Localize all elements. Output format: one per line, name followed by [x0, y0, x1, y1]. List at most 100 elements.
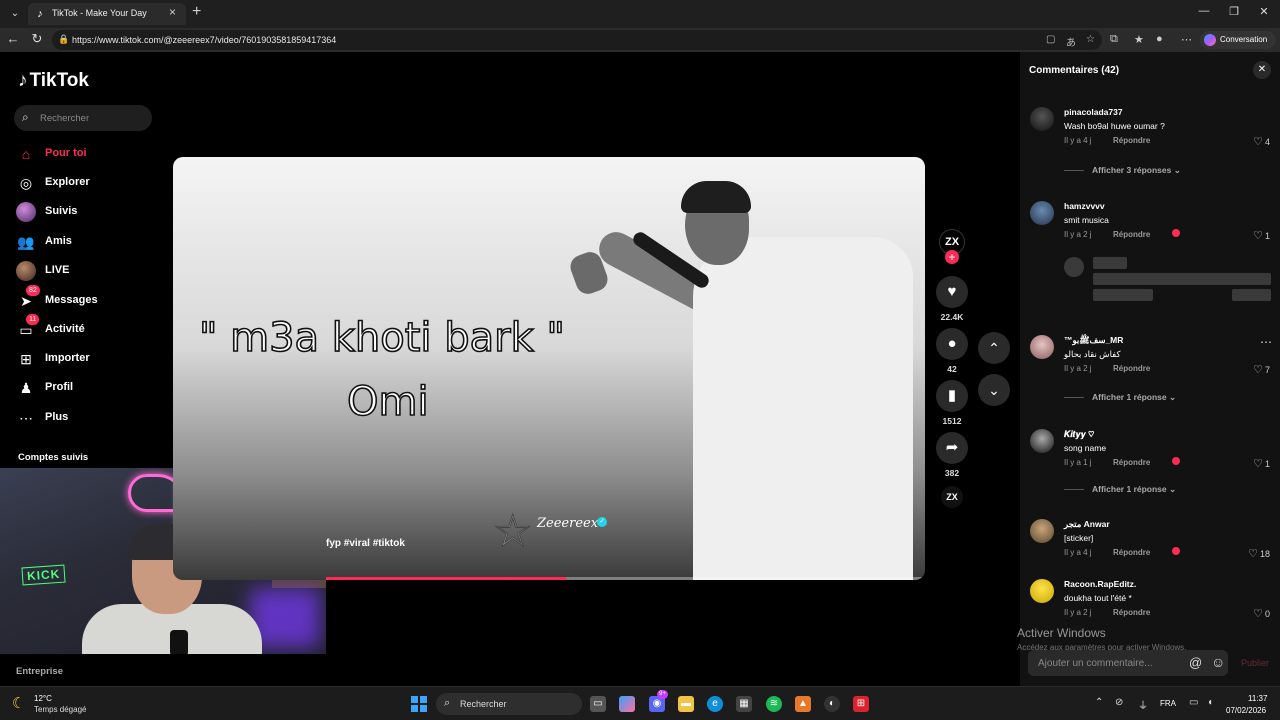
clock-time[interactable]: 11:37 — [1248, 694, 1267, 703]
show-replies-button[interactable]: Afficher 1 réponse ⌄ — [1064, 392, 1176, 403]
volume-icon[interactable]: ◖ — [1207, 697, 1213, 708]
video-player[interactable]: " m3a khoti bark " Omi fyp #viral #tikto… — [173, 157, 925, 580]
like-button[interactable]: ♥ — [936, 276, 968, 308]
app-icon[interactable]: ⊞ — [853, 696, 869, 712]
copilot-icon[interactable] — [619, 696, 635, 712]
moon-weather-icon[interactable]: ☾ — [12, 694, 25, 712]
more-options-icon[interactable]: ⋯ — [1260, 335, 1272, 349]
settings-more-icon[interactable]: ⋯ — [1181, 33, 1192, 46]
avatar[interactable] — [1030, 201, 1054, 225]
comment-time: Il y a 2 j — [1064, 230, 1092, 239]
comment-username[interactable]: pinacolada737 — [1064, 107, 1123, 117]
browser-tab[interactable]: ♪ TikTok - Make Your Day × — [28, 3, 186, 25]
comment-username[interactable]: متجر Anwar — [1064, 519, 1110, 530]
comment-like-button[interactable]: ♡ 7 — [1253, 363, 1270, 376]
chevron-up-icon[interactable]: ⌃ — [1095, 697, 1103, 708]
comment-like-button[interactable]: ♡ 18 — [1248, 547, 1270, 560]
reply-button[interactable]: Répondre — [1113, 458, 1150, 467]
music-disc-icon[interactable]: ZX — [941, 486, 963, 508]
comment-button[interactable]: ● — [936, 328, 968, 360]
task-view-icon[interactable]: ▭ — [590, 696, 606, 712]
favorites-icon[interactable]: ★ — [1134, 33, 1144, 46]
tab-list-chevron-icon[interactable]: ⌄ — [6, 5, 24, 23]
translate-icon[interactable]: あ — [1066, 34, 1076, 49]
previous-video-button[interactable]: ⌃ — [978, 332, 1010, 364]
extensions-icon[interactable]: ⧉ — [1110, 33, 1118, 46]
comment-bubble-icon: ● — [947, 335, 957, 352]
microphone-icon[interactable]: ⏚ — [1138, 697, 1148, 712]
reply-button[interactable]: Répondre — [1113, 548, 1150, 557]
save-button[interactable]: ▮ — [936, 380, 968, 412]
comment-username[interactable]: 𝑲𝒊𝒕𝒚𝒚 ♡ — [1064, 429, 1094, 440]
video-watermark: ☆ Zeeereex ✓ — [492, 509, 613, 560]
edge-icon[interactable]: e — [707, 696, 723, 712]
tab-close-icon[interactable]: × — [169, 5, 176, 19]
show-replies-button[interactable]: Afficher 1 réponse ⌄ — [1064, 484, 1176, 495]
avatar[interactable] — [1030, 107, 1054, 131]
conversation-button[interactable]: Conversation — [1200, 31, 1276, 49]
app-icon[interactable]: ▲ — [795, 696, 811, 712]
comment-like-button[interactable]: ♡ 0 — [1253, 607, 1270, 620]
sidebar-item-profil[interactable]: ♟ Profil — [16, 378, 166, 398]
share-button[interactable]: ➦ — [936, 432, 968, 464]
reload-icon[interactable]: ↻ — [28, 31, 46, 47]
windows-start-icon[interactable] — [411, 696, 427, 712]
tiktok-logo[interactable]: ♪ TikTok — [18, 70, 89, 92]
sidebar-item-importer[interactable]: ⊞ Importer — [16, 349, 166, 369]
comment-like-button[interactable]: ♡ 4 — [1253, 135, 1270, 148]
spotify-icon[interactable]: ≋ — [766, 696, 782, 712]
app-icon[interactable]: ▢ — [1046, 34, 1055, 45]
new-tab-icon[interactable]: + — [192, 3, 201, 21]
comment-time: Il y a 4 j — [1064, 548, 1092, 557]
mention-icon[interactable]: @ — [1189, 655, 1202, 670]
sidebar-item-explorer[interactable]: ◎ Explorer — [16, 173, 166, 193]
avatar[interactable] — [1030, 429, 1054, 453]
profile-avatar-icon[interactable]: ● — [1156, 33, 1163, 45]
enterprise-link[interactable]: Entreprise — [16, 666, 63, 677]
sidebar-item-amis[interactable]: 👥 Amis — [16, 232, 166, 252]
sidebar-item-activite[interactable]: ▭ 11 Activité — [16, 314, 166, 340]
sidebar-item-suivis[interactable]: Suivis — [16, 202, 166, 222]
obs-icon[interactable]: ◐ — [824, 696, 840, 712]
close-comments-icon[interactable]: ✕ — [1253, 61, 1271, 79]
file-explorer-icon[interactable]: ▬ — [678, 696, 694, 712]
video-progress-bar[interactable] — [326, 577, 925, 580]
emoji-icon[interactable]: ☺ — [1211, 654, 1225, 670]
comment-username[interactable]: ™سفﷺبو_MR — [1064, 335, 1123, 348]
minimize-icon[interactable]: — — [1194, 5, 1214, 17]
comment-username[interactable]: Racoon.RapEditz. — [1064, 579, 1136, 589]
avatar[interactable] — [1030, 579, 1054, 603]
next-video-button[interactable]: ⌄ — [978, 374, 1010, 406]
show-replies-button[interactable]: Afficher 3 réponses ⌄ — [1064, 165, 1181, 176]
reply-button[interactable]: Répondre — [1113, 230, 1150, 239]
favorite-star-icon[interactable]: ☆ — [1086, 34, 1095, 45]
sidebar-item-live[interactable]: LIVE — [16, 261, 166, 281]
avatar[interactable] — [1030, 519, 1054, 543]
post-comment-button[interactable]: Publier — [1241, 658, 1269, 668]
chevron-down-icon: ⌄ — [1169, 484, 1177, 494]
back-icon[interactable]: ← — [4, 31, 22, 46]
comment-like-button[interactable]: ♡ 1 — [1253, 457, 1270, 470]
video-overlay-title: " m3a khoti bark " — [198, 314, 565, 362]
display-icon[interactable]: ▭ — [1189, 697, 1198, 708]
sidebar-item-pour-toi[interactable]: ⌂ Pour toi — [16, 144, 166, 164]
language-indicator[interactable]: FRA — [1160, 699, 1176, 708]
reply-button[interactable]: Répondre — [1113, 608, 1150, 617]
avatar[interactable] — [1030, 335, 1054, 359]
comment-username[interactable]: hamzvvvv — [1064, 201, 1105, 211]
close-window-icon[interactable]: ✕ — [1254, 5, 1274, 18]
taskbar-search[interactable]: ⌕ Rechercher — [436, 693, 582, 715]
sidebar-item-messages[interactable]: ➤ 82 Messages — [16, 285, 166, 311]
network-icon[interactable]: ⊘ — [1115, 697, 1123, 708]
comment-like-button[interactable]: ♡ 1 — [1253, 229, 1270, 242]
reply-button[interactable]: Répondre — [1113, 364, 1150, 373]
store-icon[interactable]: ▦ — [736, 696, 752, 712]
video-caption[interactable]: fyp #viral #tiktok — [326, 538, 405, 549]
url-field[interactable]: 🔒 https://www.tiktok.com/@zeeereex7/vide… — [52, 30, 1102, 50]
sidebar-item-plus[interactable]: ⋯ Plus — [16, 408, 166, 428]
follow-plus-icon[interactable]: + — [945, 250, 959, 264]
maximize-icon[interactable]: ❐ — [1224, 5, 1244, 18]
reply-button[interactable]: Répondre — [1113, 136, 1150, 145]
search-input[interactable]: ⌕ Rechercher — [14, 105, 152, 131]
clock-date[interactable]: 07/02/2026 — [1226, 706, 1266, 715]
